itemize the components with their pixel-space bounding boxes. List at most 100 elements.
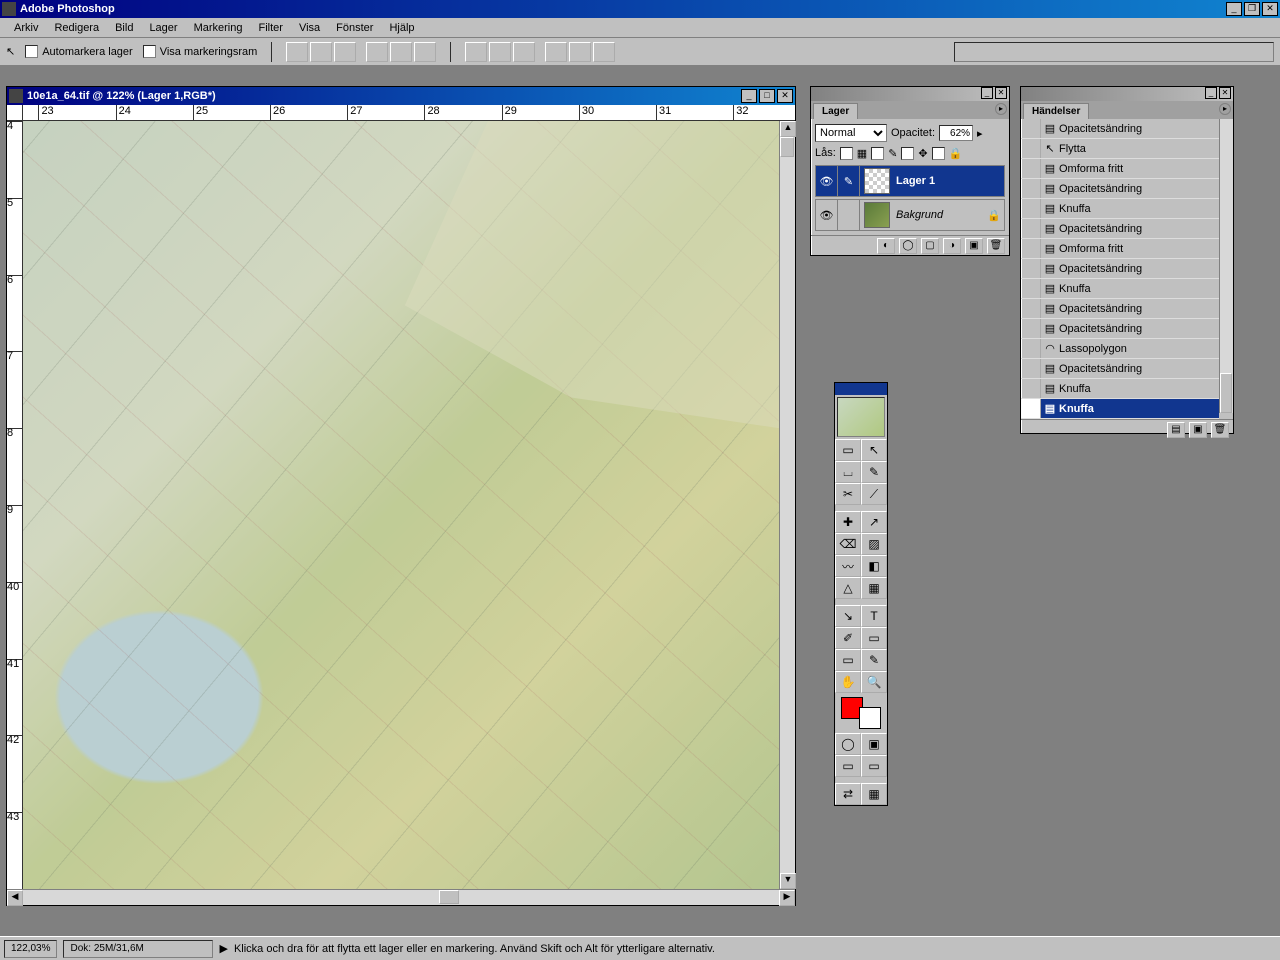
rectangle-tool[interactable]: ▭ bbox=[861, 627, 887, 649]
delete-state-button[interactable]: 🗑 bbox=[1211, 422, 1229, 438]
scroll-thumb-h[interactable] bbox=[439, 890, 459, 904]
palette-menu-icon[interactable]: ▸ bbox=[995, 103, 1007, 115]
scroll-thumb[interactable] bbox=[1220, 373, 1232, 413]
menu-arkiv[interactable]: Arkiv bbox=[6, 20, 46, 36]
tab-lager[interactable]: Lager bbox=[813, 103, 858, 119]
doc-close-button[interactable]: ✕ bbox=[777, 89, 793, 103]
layer-thumbnail[interactable] bbox=[864, 168, 890, 194]
scroll-up-icon[interactable]: ▲ bbox=[780, 121, 796, 137]
tab-handelser[interactable]: Händelser bbox=[1023, 103, 1089, 119]
zoom-level[interactable]: 122,03% bbox=[4, 940, 57, 958]
history-item[interactable]: ▤Opacitetsändring bbox=[1021, 179, 1219, 199]
doc-size-info[interactable]: Dok: 25M/31,6M bbox=[63, 940, 213, 958]
layer-style-button[interactable]: ◐ bbox=[877, 238, 895, 254]
new-snapshot-button[interactable]: ▣ bbox=[1189, 422, 1207, 438]
layer-name[interactable]: Bakgrund bbox=[894, 209, 984, 221]
tools-drag-handle[interactable] bbox=[835, 383, 887, 395]
distribute-button[interactable] bbox=[489, 42, 511, 62]
jump-to-imageready-button[interactable]: ⇄ bbox=[835, 783, 861, 805]
layer-thumbnail[interactable] bbox=[864, 202, 890, 228]
align-button[interactable] bbox=[310, 42, 332, 62]
menu-markering[interactable]: Markering bbox=[186, 20, 251, 36]
blur-tool[interactable]: △ bbox=[835, 577, 861, 599]
lasso-tool[interactable]: ⌴ bbox=[835, 461, 861, 483]
history-item[interactable]: ▤Omforma fritt bbox=[1021, 239, 1219, 259]
ruler-origin[interactable] bbox=[7, 105, 23, 121]
marquee-tool[interactable]: ▭ bbox=[835, 439, 861, 461]
history-item[interactable]: ◠Lassopolygon bbox=[1021, 339, 1219, 359]
align-button[interactable] bbox=[414, 42, 436, 62]
delete-layer-button[interactable]: 🗑 bbox=[987, 238, 1005, 254]
distribute-button[interactable] bbox=[465, 42, 487, 62]
align-button[interactable] bbox=[334, 42, 356, 62]
doc-maximize-button[interactable]: □ bbox=[759, 89, 775, 103]
palette-menu-icon[interactable]: ▸ bbox=[1219, 103, 1231, 115]
clone-stamp-tool[interactable]: ⌫ bbox=[835, 533, 861, 555]
layer-item[interactable]: 👁 Bakgrund 🔒 bbox=[815, 199, 1005, 231]
eyedropper-tool[interactable]: ✎ bbox=[861, 649, 887, 671]
screen-mode-button[interactable]: ▭ bbox=[861, 755, 887, 777]
history-item[interactable]: ▤Opacitetsändring bbox=[1021, 359, 1219, 379]
link-toggle-icon[interactable]: ✎ bbox=[838, 166, 860, 196]
opacity-slider-icon[interactable]: ▸ bbox=[977, 127, 983, 140]
background-color[interactable] bbox=[859, 707, 881, 729]
menu-fonster[interactable]: Fönster bbox=[328, 20, 381, 36]
history-item[interactable]: ▤Opacitetsändring bbox=[1021, 319, 1219, 339]
history-item[interactable]: ↖Flytta bbox=[1021, 139, 1219, 159]
menu-visa[interactable]: Visa bbox=[291, 20, 328, 36]
align-button[interactable] bbox=[390, 42, 412, 62]
palette-minimize-icon[interactable]: _ bbox=[1205, 87, 1217, 99]
distribute-button[interactable] bbox=[545, 42, 567, 62]
distribute-button[interactable] bbox=[569, 42, 591, 62]
standard-mode-button[interactable]: ◯ bbox=[835, 733, 861, 755]
scroll-down-icon[interactable]: ▼ bbox=[780, 873, 796, 889]
menu-hjalp[interactable]: Hjälp bbox=[381, 20, 422, 36]
scroll-thumb-v[interactable] bbox=[780, 137, 794, 157]
gradient-tool[interactable]: ◧ bbox=[861, 555, 887, 577]
history-item[interactable]: ▤Opacitetsändring bbox=[1021, 259, 1219, 279]
history-scrollbar[interactable] bbox=[1219, 119, 1233, 413]
menu-bild[interactable]: Bild bbox=[107, 20, 141, 36]
new-layer-button[interactable]: ▣ bbox=[965, 238, 983, 254]
dodge-tool[interactable]: ▦ bbox=[861, 577, 887, 599]
magic-wand-tool[interactable]: ✎ bbox=[861, 461, 887, 483]
history-item[interactable]: ▸▤Knuffa bbox=[1021, 399, 1219, 419]
adjustment-layer-button[interactable]: ◑ bbox=[943, 238, 961, 254]
layer-name[interactable]: Lager 1 bbox=[894, 175, 1004, 187]
palette-titlebar[interactable]: _ ✕ bbox=[811, 87, 1009, 101]
airbrush-tool[interactable]: ✚ bbox=[835, 511, 861, 533]
paintbrush-tool[interactable]: ↗ bbox=[861, 511, 887, 533]
eraser-tool[interactable]: 〰 bbox=[835, 555, 861, 577]
palette-close-icon[interactable]: ✕ bbox=[1219, 87, 1231, 99]
link-toggle-icon[interactable] bbox=[838, 200, 860, 230]
history-item[interactable]: ▤Knuffa bbox=[1021, 199, 1219, 219]
layer-item[interactable]: 👁 ✎ Lager 1 bbox=[815, 165, 1005, 197]
history-item[interactable]: ▤Opacitetsändring bbox=[1021, 219, 1219, 239]
path-select-tool[interactable]: ↘ bbox=[835, 605, 861, 627]
ruler-horizontal[interactable]: 23 24 25 26 27 28 29 30 31 32 bbox=[23, 105, 795, 121]
menu-redigera[interactable]: Redigera bbox=[46, 20, 107, 36]
history-item[interactable]: ▤Opacitetsändring bbox=[1021, 299, 1219, 319]
menu-lager[interactable]: Lager bbox=[141, 20, 185, 36]
distribute-button[interactable] bbox=[513, 42, 535, 62]
history-item[interactable]: ▤Knuffa bbox=[1021, 279, 1219, 299]
lock-transparency-checkbox[interactable] bbox=[840, 147, 853, 160]
layer-set-button[interactable]: ▢ bbox=[921, 238, 939, 254]
navigator-thumbnail[interactable] bbox=[837, 397, 885, 437]
history-item[interactable]: ▤Opacitetsändring bbox=[1021, 119, 1219, 139]
zoom-tool[interactable]: 🔍 bbox=[861, 671, 887, 693]
jump-button[interactable]: ▦ bbox=[861, 783, 887, 805]
menu-filter[interactable]: Filter bbox=[250, 20, 290, 36]
history-item[interactable]: ▤Omforma fritt bbox=[1021, 159, 1219, 179]
canvas[interactable] bbox=[23, 121, 779, 889]
restore-button[interactable]: ❐ bbox=[1244, 2, 1260, 16]
hand-tool[interactable]: ✋ bbox=[835, 671, 861, 693]
crop-tool[interactable]: ✂ bbox=[835, 483, 861, 505]
new-document-from-state-button[interactable]: ▤ bbox=[1167, 422, 1185, 438]
align-button[interactable] bbox=[366, 42, 388, 62]
blend-mode-select[interactable]: Normal bbox=[815, 124, 887, 142]
quickmask-mode-button[interactable]: ▣ bbox=[861, 733, 887, 755]
layer-mask-button[interactable]: ◯ bbox=[899, 238, 917, 254]
screen-mode-button[interactable]: ▭ bbox=[835, 755, 861, 777]
slice-tool[interactable]: ⟋ bbox=[861, 483, 887, 505]
